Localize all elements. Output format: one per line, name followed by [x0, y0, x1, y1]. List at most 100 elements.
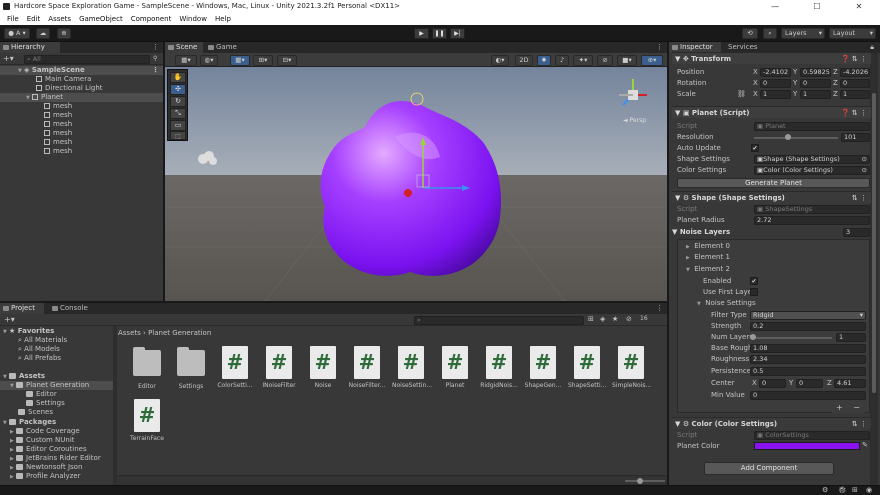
cloud-icon[interactable]: ☁ [36, 28, 50, 39]
star-icon[interactable]: ★ [612, 315, 618, 323]
object-picker-icon[interactable]: ⊙ [862, 156, 867, 163]
tab-project[interactable]: Project [0, 303, 44, 314]
project-search-input[interactable]: ⌕ [414, 316, 584, 325]
icon-size-slider[interactable] [625, 480, 665, 482]
color-settings-field[interactable]: ▣Color (Color Settings) ⊙ [754, 166, 870, 175]
file-item-shapesettings[interactable]: # ShapeSetti... [568, 346, 606, 389]
debug-mode-icon[interactable]: 🐞︎ [838, 486, 847, 494]
position-z-field[interactable]: -4.2026 [840, 68, 870, 77]
close-button[interactable]: ✕ [838, 0, 880, 13]
base-roughness-field[interactable]: 1.08 [750, 344, 866, 353]
element-0-foldout[interactable]: ▶ Element 0 [686, 241, 730, 251]
file-item-noisefilter[interactable]: # NoiseFilter... [348, 346, 386, 389]
file-item-noisesettings[interactable]: # NoiseSettin... [392, 346, 432, 389]
account-dropdown[interactable]: ● A ▾ [4, 28, 30, 39]
search-icon[interactable]: ⌕ [763, 28, 777, 39]
draw-mode-icon[interactable]: ▦▾ [175, 55, 197, 66]
hierarchy-item-mesh[interactable]: mesh [44, 138, 72, 147]
orientation-gizmo[interactable] [613, 75, 653, 115]
scale-tool-icon[interactable]: ⤡ [170, 108, 186, 119]
hierarchy-item-directional-light[interactable]: Directional Light [36, 84, 103, 93]
hidden-objects-icon[interactable]: ⊘ [597, 55, 613, 66]
resolution-slider[interactable] [754, 137, 838, 139]
position-y-field[interactable]: 0.59825 [800, 68, 831, 77]
scale-y-field[interactable]: 1 [800, 90, 831, 99]
collab-icon[interactable]: ⊕ [57, 28, 71, 39]
auto-update-checkbox[interactable]: ✔ [751, 144, 759, 152]
render-icon[interactable]: ◐▾ [491, 55, 509, 66]
hidden-packages-icon[interactable]: ⊘ [626, 315, 632, 323]
maximize-button[interactable]: ☐ [796, 0, 838, 13]
layout-dropdown[interactable]: Layout ▾ [829, 28, 876, 39]
planet-radius-field[interactable]: 2.72 [754, 216, 870, 225]
center-x-field[interactable]: 0 [759, 379, 786, 388]
folder-item-scenes[interactable]: Scenes [18, 408, 53, 417]
component-menu-icon[interactable]: ❓ ⇅ ⋮ [841, 53, 867, 65]
toggle-2d-button[interactable]: 2D [515, 55, 533, 66]
component-menu-icon[interactable]: ⇅ ⋮ [852, 418, 867, 430]
strength-field[interactable]: 0.2 [750, 322, 866, 331]
position-handle[interactable] [404, 189, 412, 197]
menu-gameobject[interactable]: GameObject [75, 13, 127, 25]
package-item[interactable]: ▶ JetBrains Rider Editor [10, 454, 101, 463]
add-icon[interactable]: +▾ [4, 315, 15, 324]
remove-element-button[interactable]: − [853, 403, 860, 412]
minimize-button[interactable]: — [754, 0, 796, 13]
hierarchy-item-planet[interactable]: ▼ Planet [0, 93, 163, 102]
layers-dropdown[interactable]: Layers ▾ [781, 28, 825, 39]
favorite-item[interactable]: ⌕ All Prefabs [18, 354, 61, 363]
hierarchy-item-mesh[interactable]: mesh [44, 102, 72, 111]
file-item-ridgidnoise[interactable]: # RidgidNois... [480, 346, 518, 389]
breadcrumb-assets[interactable]: Assets [118, 329, 141, 337]
menu-dots-icon[interactable]: ⋮ [152, 66, 159, 75]
menu-file[interactable]: File [3, 13, 23, 25]
menu-window[interactable]: Window [175, 13, 211, 25]
file-item-simplenoise[interactable]: # SimpleNois... [612, 346, 651, 389]
center-y-field[interactable]: 0 [796, 379, 823, 388]
grid-snap-icon[interactable]: ▦▾ [230, 55, 250, 66]
menu-help[interactable]: Help [211, 13, 235, 25]
noise-settings-foldout[interactable]: ▼ Noise Settings [697, 298, 756, 308]
hierarchy-item-mesh[interactable]: mesh [44, 111, 72, 120]
package-item[interactable]: ▶ Custom NUnit [10, 436, 75, 445]
light-icon[interactable]: ✹ [537, 55, 551, 66]
hierarchy-item-mesh[interactable]: mesh [44, 147, 72, 156]
assets-section[interactable]: ▼ Assets [3, 372, 45, 381]
tab-scene[interactable]: Scene [165, 42, 203, 53]
cache-icon[interactable]: ⊞ [852, 486, 858, 494]
component-menu-icon[interactable]: ⇅ ⋮ [852, 192, 867, 204]
hand-tool-icon[interactable]: ✋ [170, 72, 186, 83]
object-filter-icon[interactable]: ⊞ [588, 315, 594, 323]
hierarchy-item-mesh[interactable]: mesh [44, 120, 72, 129]
favorite-item[interactable]: ⌕ All Models [18, 345, 60, 354]
shape-settings-field[interactable]: ▣Shape (Shape Settings) ⊙ [754, 155, 870, 164]
add-component-button[interactable]: Add Component [704, 462, 834, 475]
link-icon[interactable]: ⛓ [737, 89, 746, 99]
effects-icon[interactable]: ✦▾ [573, 55, 593, 66]
rotation-y-field[interactable]: 0 [800, 79, 831, 88]
package-item[interactable]: ▶ Profile Analyzer [10, 472, 80, 481]
transform-tool-icon[interactable]: ⬚ [170, 131, 186, 140]
tree-scrollbar[interactable] [113, 326, 117, 485]
planet-script-header[interactable]: ▼ ▣ Planet (Script) ❓ ⇅ ⋮ [672, 106, 871, 118]
label-filter-icon[interactable]: ◈ [600, 315, 605, 323]
file-item-inoisefilter[interactable]: # INoiseFilter [260, 346, 298, 389]
menu-edit[interactable]: Edit [23, 13, 45, 25]
hierarchy-item-main-camera[interactable]: Main Camera [36, 75, 91, 84]
persistence-field[interactable]: 0.5 [750, 367, 866, 376]
progress-icon[interactable]: ⚙ [822, 486, 828, 494]
package-item[interactable]: ▶ Code Coverage [10, 427, 80, 436]
num-layers-slider-thumb[interactable] [750, 334, 756, 340]
tab-game[interactable]: Game [205, 42, 243, 53]
camera-icon[interactable]: ■▾ [617, 55, 637, 66]
step-button[interactable]: ▶| [450, 28, 465, 39]
favorites-section[interactable]: ▼ ★ Favorites [3, 327, 54, 336]
add-icon[interactable]: +▾ [3, 54, 14, 63]
component-menu-icon[interactable]: ❓ ⇅ ⋮ [841, 107, 867, 119]
breadcrumb-planet-generation[interactable]: Planet Generation [148, 329, 211, 337]
package-item[interactable]: ▶ Newtonsoft Json [10, 463, 82, 472]
rect-tool-icon[interactable]: ▭ [170, 120, 186, 131]
transform-header[interactable]: ▼ ✥ Transform ❓ ⇅ ⋮ [672, 52, 871, 64]
lock-icon[interactable]: 🔒︎ [870, 43, 874, 52]
folder-item-planet-generation[interactable]: ▼ Planet Generation [0, 381, 115, 390]
